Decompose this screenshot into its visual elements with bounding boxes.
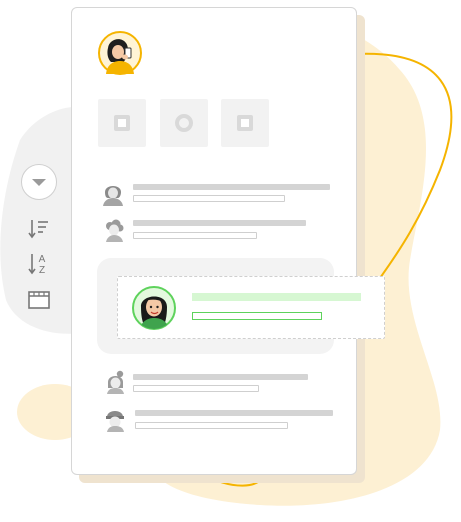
list-row-4-subtitle-placeholder: [133, 385, 259, 392]
woman-dark-hair-avatar[interactable]: [131, 285, 177, 331]
selected-row-subtitle-placeholder: [192, 312, 322, 320]
square-stop-icon: [237, 115, 253, 131]
selected-row-title-placeholder: [192, 293, 361, 301]
circle-record-icon: [175, 114, 193, 132]
woman-curly-hair-avatar: [106, 219, 124, 242]
stop-button-2[interactable]: [221, 99, 269, 147]
list-row-1-title-placeholder: [133, 184, 330, 190]
list-row-5-subtitle-placeholder: [135, 422, 288, 429]
woman-bun-hair-avatar: [107, 370, 124, 394]
list-row-4-title-placeholder: [133, 374, 308, 380]
list-row-2-subtitle-placeholder: [133, 232, 257, 239]
list-row-2-title-placeholder: [133, 220, 306, 226]
square-stop-icon: [114, 115, 130, 131]
calendar-icon[interactable]: [28, 290, 50, 310]
woman-short-hair-avatar: [103, 186, 123, 206]
list-row-5-title-placeholder: [135, 410, 333, 416]
sort-letter-a: A: [39, 254, 46, 265]
stop-button-1[interactable]: [98, 99, 146, 147]
woman-beanie-avatar: [106, 411, 124, 432]
list-row-1-subtitle-placeholder: [133, 195, 285, 202]
record-button[interactable]: [160, 99, 208, 147]
user-avatar-woman-phone[interactable]: [97, 30, 143, 76]
sort-letter-z: Z: [39, 265, 45, 276]
sort-descending-icon[interactable]: [28, 218, 50, 240]
dropdown-button[interactable]: [21, 164, 57, 200]
sort-a-z-icon[interactable]: A Z: [28, 252, 50, 276]
